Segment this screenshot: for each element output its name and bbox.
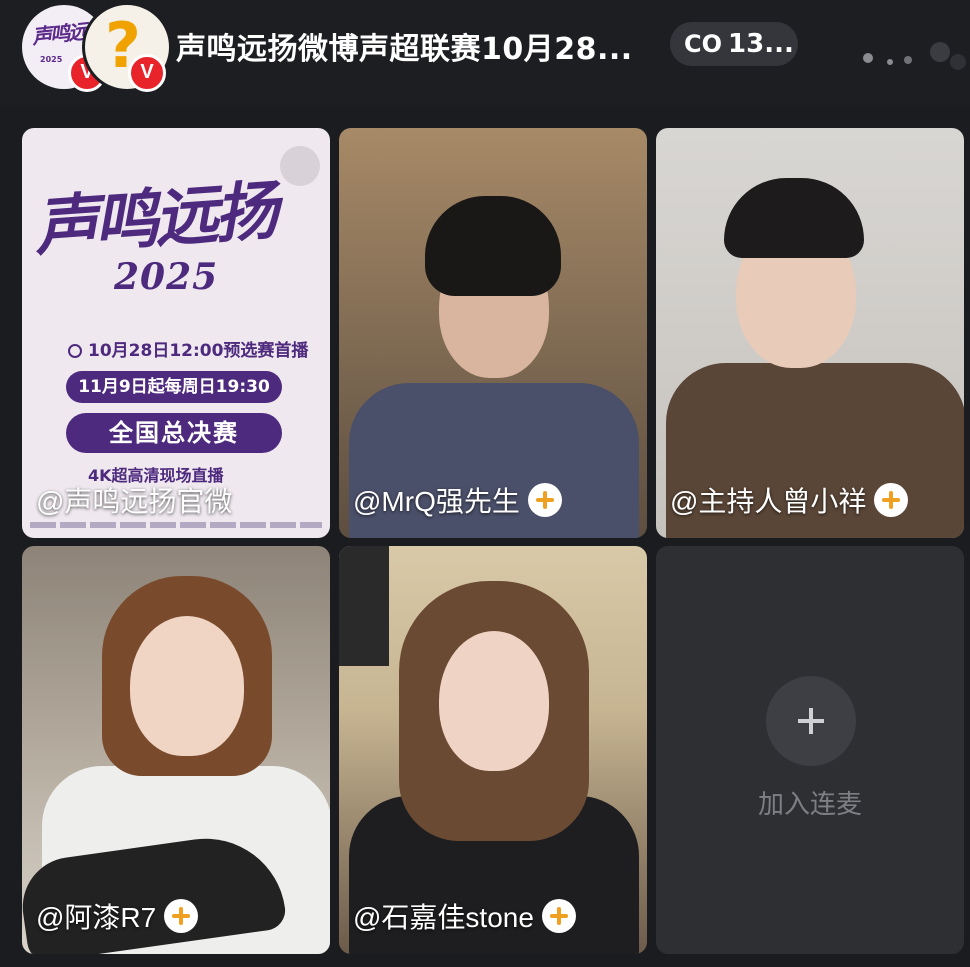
follow-plus-icon[interactable] [874,483,909,517]
guest-name[interactable]: @MrQ强先生 [353,480,520,520]
guest-video-tile[interactable]: @主持人曾小祥 [656,128,964,538]
poster-schedule-text: 10月28日12:00预选赛首播 [88,341,309,361]
poster-tile[interactable]: 声鸣远扬 2025 10月28日12:00预选赛首播 11月9日起每周日19:3… [22,128,330,538]
live-room-header: 声鸣远扬 2025 V ? V 声鸣远扬微博声超联赛10月28... CO 13… [0,0,970,105]
follow-plus-icon[interactable] [541,899,576,933]
tile-name-tag: @主持人曾小祥 [670,480,909,520]
share-icon[interactable] [280,146,320,186]
poster-title: 声鸣远扬 [32,173,277,266]
viewer-count: 13... [728,29,794,59]
poster-schedule-line: 10月28日12:00预选赛首播 [68,336,308,361]
room-title[interactable]: 声鸣远扬微博声超联赛10月28... [176,24,633,68]
verified-badge-icon: V [128,54,166,92]
guest-name[interactable]: @阿漆R7 [36,896,156,936]
tile-name-tag: @阿漆R7 [36,896,199,936]
poster-finals-badge: 全国总决赛 [66,413,282,453]
guest-video-tile[interactable]: @阿漆R7 [22,546,330,954]
avatar-logo-year: 2025 [40,55,63,64]
guest-name[interactable]: @声鸣远扬官微 [36,480,232,520]
join-mic-tile[interactable]: 加入连麦 [656,546,964,954]
guest-video-tile[interactable]: @MrQ强先生 [339,128,647,538]
decorative-overlay-icon [863,42,966,70]
follow-plus-icon[interactable] [527,483,562,517]
follow-plus-icon[interactable] [164,899,199,933]
guest-video-tile[interactable]: @石嘉佳stone [339,546,647,954]
tile-name-tag: @石嘉佳stone [353,896,576,936]
viewer-icon: CO [684,30,723,58]
poster-year: 2025 [114,256,219,298]
join-mic-label: 加入连麦 [757,790,862,820]
guest-name[interactable]: @石嘉佳stone [353,896,534,936]
tile-name-tag: @MrQ强先生 [353,480,562,520]
add-plus-icon[interactable] [766,676,856,766]
guest-name[interactable]: @主持人曾小祥 [670,480,866,520]
tile-name-tag: @声鸣远扬官微 [36,480,232,520]
play-icon [68,344,82,358]
poster-weekly-badge: 11月9日起每周日19:30 [66,371,282,403]
poster-sponsor-strip [30,522,322,528]
viewer-count-pill[interactable]: CO 13... [670,22,798,66]
